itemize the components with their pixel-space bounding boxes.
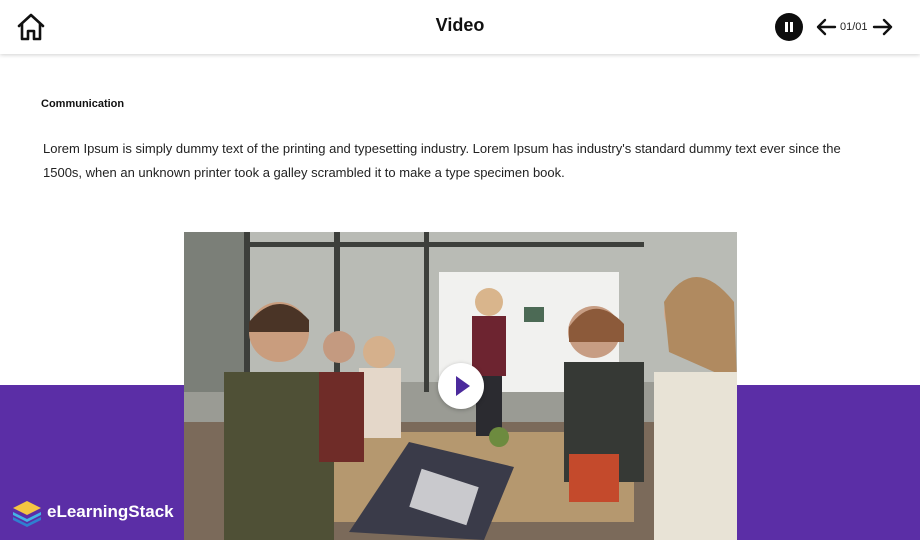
top-bar: Video 01/01 xyxy=(0,0,920,54)
arrow-right-icon[interactable] xyxy=(872,16,894,38)
video-player[interactable] xyxy=(184,232,737,540)
arrow-left-icon[interactable] xyxy=(815,16,837,38)
play-button[interactable] xyxy=(438,363,484,409)
body-paragraph: Lorem Ipsum is simply dummy text of the … xyxy=(43,141,841,180)
pause-button[interactable] xyxy=(775,13,803,41)
section-heading: Communication xyxy=(41,98,125,110)
brand-logo: eLearningStack xyxy=(10,497,174,527)
stacked-layers-icon xyxy=(13,501,41,527)
brand-name: eLearningStack xyxy=(47,502,174,521)
page-counter: 01/01 xyxy=(840,21,868,33)
